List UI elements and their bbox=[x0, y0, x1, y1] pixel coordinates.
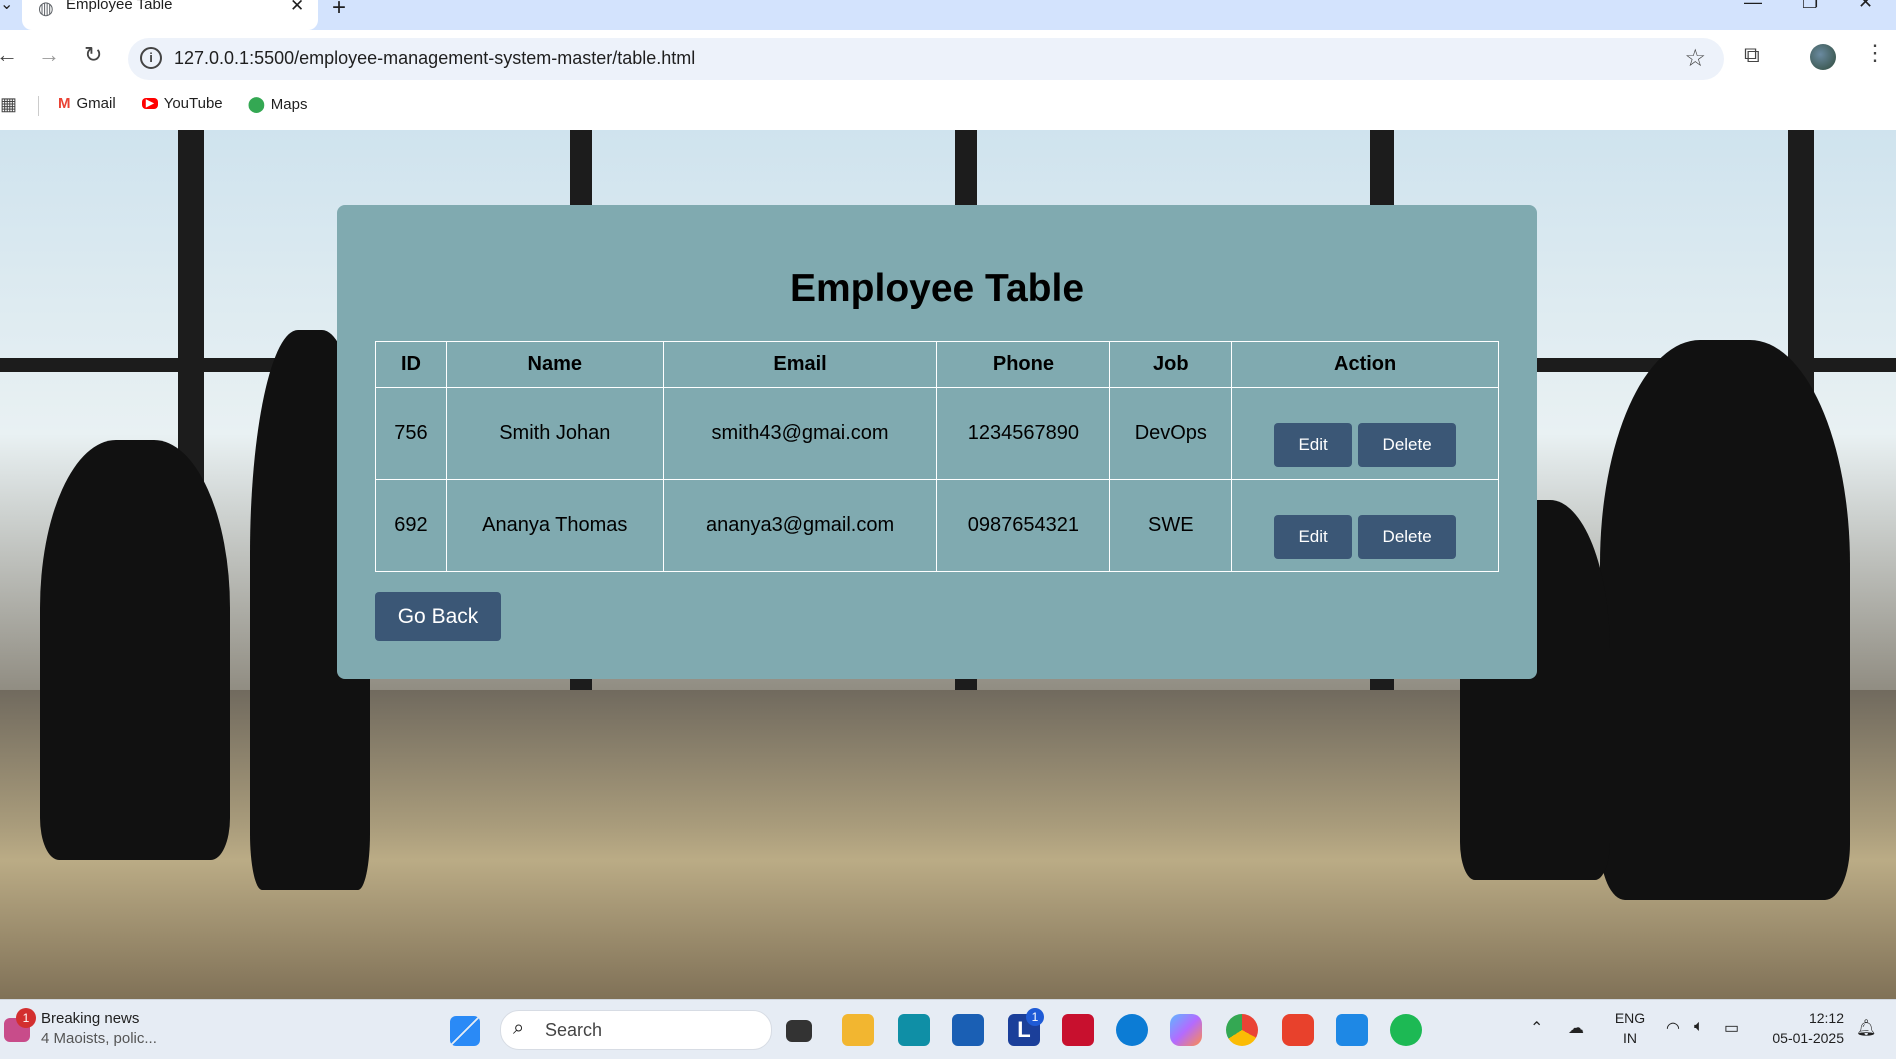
store-icon[interactable] bbox=[952, 1014, 984, 1046]
mcafee-icon[interactable] bbox=[1062, 1014, 1094, 1046]
browser-toolbar: ← → ↻ i 127.0.0.1:5500/employee-manageme… bbox=[0, 30, 1896, 118]
cell-phone: 0987654321 bbox=[936, 479, 1111, 572]
news-badge: 1 bbox=[16, 1008, 36, 1028]
edit-button[interactable]: Edit bbox=[1274, 422, 1353, 467]
cell-email: smith43@gmai.com bbox=[662, 387, 938, 480]
cell-email: ananya3@gmail.com bbox=[662, 479, 938, 572]
gmail-icon: M bbox=[58, 95, 71, 112]
news-subtitle: 4 Maoists, polic... bbox=[41, 1030, 157, 1047]
column-header-email: Email bbox=[662, 341, 938, 388]
employee-table-card: Employee Table ID Name Email Phone Job A… bbox=[337, 205, 1537, 679]
person-silhouette bbox=[40, 440, 230, 860]
task-view-icon[interactable] bbox=[786, 1020, 812, 1042]
extensions-icon[interactable]: ⧉ bbox=[1744, 42, 1760, 68]
system-clock[interactable]: 12:12 05-01-2025 bbox=[1760, 1008, 1844, 1048]
volume-icon[interactable]: 🔈︎ bbox=[1694, 1018, 1704, 1036]
tab-search-icon[interactable]: ⌄ bbox=[0, 0, 13, 14]
onedrive-icon[interactable]: ☁ bbox=[1568, 1018, 1584, 1038]
maps-icon: ⬤ bbox=[248, 96, 265, 113]
news-title: Breaking news bbox=[41, 1010, 140, 1027]
close-tab-icon[interactable]: ✕ bbox=[290, 0, 304, 16]
tab-strip: ⌄ ◍ Employee Table ✕ + — ❐ ✕ bbox=[0, 0, 1896, 30]
vscode-icon[interactable] bbox=[1336, 1014, 1368, 1046]
cell-phone: 1234567890 bbox=[936, 387, 1111, 480]
clock-time: 12:12 bbox=[1808, 1010, 1844, 1026]
wifi-icon[interactable]: ◠ bbox=[1666, 1018, 1680, 1038]
back-icon[interactable]: ← bbox=[0, 42, 18, 68]
bookmark-maps[interactable]: ⬤ Maps bbox=[248, 95, 307, 113]
app-icon[interactable] bbox=[898, 1014, 930, 1046]
edit-button[interactable]: Edit bbox=[1274, 514, 1353, 559]
person-silhouette bbox=[1600, 340, 1850, 900]
forward-icon[interactable]: → bbox=[38, 42, 60, 68]
spotify-icon[interactable] bbox=[1390, 1014, 1422, 1046]
cell-job: DevOps bbox=[1109, 387, 1233, 480]
os-taskbar: 1 Breaking news 4 Maoists, polic... ⌕ Se… bbox=[0, 999, 1896, 1059]
column-header-action: Action bbox=[1231, 341, 1499, 388]
taskbar-search[interactable]: ⌕ Search bbox=[500, 1010, 772, 1050]
table-header-row: ID Name Email Phone Job Action bbox=[375, 341, 1499, 388]
new-tab-icon[interactable]: + bbox=[332, 0, 346, 22]
page-viewport: Employee Table ID Name Email Phone Job A… bbox=[0, 130, 1896, 999]
bookmark-star-icon[interactable]: ☆ bbox=[1684, 44, 1706, 73]
clock-date: 05-01-2025 bbox=[1772, 1030, 1844, 1046]
lang-top: ENG bbox=[1614, 1010, 1646, 1026]
bookmark-label: Maps bbox=[270, 96, 308, 113]
column-header-name: Name bbox=[445, 341, 664, 388]
profile-avatar[interactable] bbox=[1810, 44, 1836, 70]
browser-tab[interactable]: ◍ Employee Table ✕ bbox=[22, 0, 318, 30]
notification-bell-icon[interactable]: 🔔︎ bbox=[1856, 1018, 1876, 1038]
cell-name: Smith Johan bbox=[445, 387, 664, 480]
close-window-icon[interactable]: ✕ bbox=[1858, 0, 1873, 13]
go-back-button[interactable]: Go Back bbox=[375, 592, 501, 641]
column-header-job: Job bbox=[1109, 341, 1233, 388]
apps-grid-icon[interactable]: ▦ bbox=[0, 94, 17, 115]
tray-chevron-icon[interactable]: ⌃ bbox=[1530, 1018, 1543, 1038]
employee-table: ID Name Email Phone Job Action 756 Smith… bbox=[375, 341, 1499, 572]
cell-name: Ananya Thomas bbox=[445, 479, 664, 572]
copilot-icon[interactable] bbox=[1170, 1014, 1202, 1046]
tab-title: Employee Table bbox=[66, 0, 173, 13]
chrome-icon[interactable] bbox=[1226, 1014, 1258, 1046]
site-info-icon[interactable]: i bbox=[140, 47, 162, 69]
reload-icon[interactable]: ↻ bbox=[84, 42, 102, 68]
bookmarks-bar: ▦ M Gmail ▶ YouTube ⬤ Maps bbox=[0, 92, 1896, 118]
table-row: 692 Ananya Thomas ananya3@gmail.com 0987… bbox=[375, 479, 1499, 572]
page-title: Employee Table bbox=[789, 267, 1085, 310]
battery-icon[interactable]: ▭ bbox=[1724, 1018, 1739, 1038]
menu-kebab-icon[interactable]: ⋮ bbox=[1864, 40, 1886, 66]
language-indicator[interactable]: ENG IN bbox=[1612, 1008, 1648, 1048]
edge-icon[interactable] bbox=[1116, 1014, 1148, 1046]
youtube-icon: ▶ bbox=[142, 98, 158, 109]
cell-action: Edit Delete bbox=[1231, 479, 1499, 572]
column-header-phone: Phone bbox=[936, 341, 1111, 388]
bookmark-youtube[interactable]: ▶ YouTube bbox=[142, 95, 223, 112]
file-explorer-icon[interactable] bbox=[842, 1014, 874, 1046]
cell-action: Edit Delete bbox=[1231, 387, 1499, 480]
bookmark-gmail[interactable]: M Gmail bbox=[58, 95, 116, 112]
delete-button[interactable]: Delete bbox=[1358, 422, 1457, 467]
lang-bottom: IN bbox=[1623, 1030, 1637, 1046]
cell-id: 692 bbox=[375, 479, 447, 572]
url-text[interactable]: 127.0.0.1:5500/employee-management-syste… bbox=[174, 48, 695, 69]
cell-id: 756 bbox=[375, 387, 447, 480]
windows-start-icon[interactable] bbox=[450, 1016, 480, 1046]
column-header-id: ID bbox=[375, 341, 447, 388]
teams-badge: 1 bbox=[1026, 1008, 1044, 1026]
bookmark-label: YouTube bbox=[163, 95, 223, 112]
cell-job: SWE bbox=[1109, 479, 1233, 572]
search-label: Search bbox=[545, 1020, 603, 1040]
table-row: 756 Smith Johan smith43@gmai.com 1234567… bbox=[375, 387, 1499, 480]
bookmark-label: Gmail bbox=[76, 95, 116, 112]
search-icon: ⌕ bbox=[513, 1017, 525, 1039]
minimize-icon[interactable]: — bbox=[1744, 0, 1762, 13]
bookmarks-divider bbox=[38, 96, 39, 116]
globe-icon: ◍ bbox=[38, 0, 54, 18]
delete-button[interactable]: Delete bbox=[1358, 514, 1457, 559]
restore-icon[interactable]: ❐ bbox=[1802, 0, 1818, 13]
address-bar[interactable]: i 127.0.0.1:5500/employee-management-sys… bbox=[128, 38, 1724, 80]
wps-icon[interactable] bbox=[1282, 1014, 1314, 1046]
